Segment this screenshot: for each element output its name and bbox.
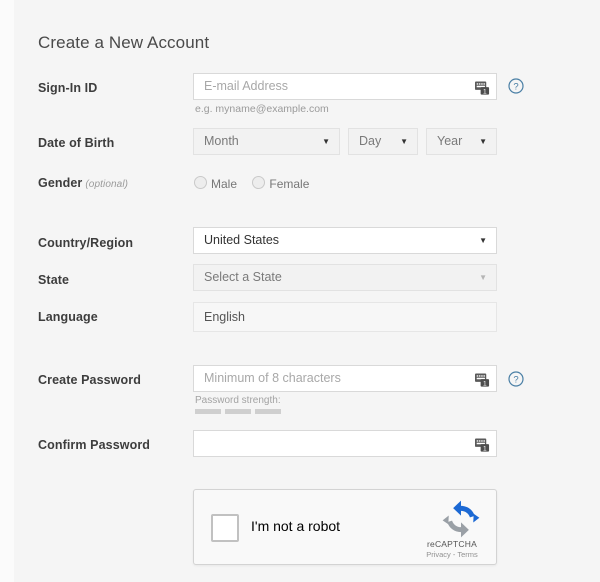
radio-unchecked-icon	[252, 176, 266, 189]
country-region-select[interactable]: United States ▼	[193, 227, 497, 254]
dob-month-value: Month	[204, 134, 239, 148]
dob-year-select[interactable]: Year ▼	[426, 128, 497, 155]
password-manager-icon[interactable]: 1	[475, 79, 490, 95]
password-strength-segment	[225, 409, 251, 414]
svg-text:?: ?	[513, 82, 518, 93]
chevron-down-icon: ▼	[400, 136, 408, 146]
state-value: Select a State	[204, 270, 282, 284]
recaptcha-checkbox[interactable]	[211, 514, 239, 542]
svg-text:1: 1	[483, 380, 487, 387]
gender-option-male-label: Male	[211, 177, 238, 191]
signin-id-input-text: E-mail Address	[204, 79, 289, 93]
language-field: English	[193, 302, 497, 332]
password-strength-segment	[195, 409, 221, 414]
gender-option-male[interactable]: Male	[194, 176, 237, 191]
svg-text:1: 1	[483, 88, 487, 95]
create-password-input-text: Minimum of 8 characters	[204, 371, 341, 385]
dob-day-select[interactable]: Day ▼	[348, 128, 418, 155]
signin-id-help-icon[interactable]: ?	[508, 78, 524, 94]
password-strength-segment	[255, 409, 281, 414]
chevron-down-icon: ▼	[479, 235, 487, 245]
page-title: Create a New Account	[38, 33, 210, 52]
signin-id-input[interactable]: E-mail Address 1	[193, 73, 497, 100]
create-password-label: Create Password	[38, 373, 141, 387]
gender-label: Gender (optional)	[38, 176, 128, 190]
language-label: Language	[38, 310, 98, 324]
dob-month-select[interactable]: Month ▼	[193, 128, 340, 155]
gender-option-female[interactable]: Female	[252, 176, 309, 191]
chevron-down-icon: ▼	[322, 136, 330, 146]
state-label: State	[38, 273, 70, 287]
confirm-password-label: Confirm Password	[38, 438, 151, 452]
gender-option-female-label: Female	[269, 177, 310, 191]
recaptcha-legal-links[interactable]: Privacy - Terms	[416, 550, 488, 559]
dob-day-value: Day	[359, 134, 382, 148]
chevron-down-icon: ▼	[479, 136, 487, 146]
password-manager-icon[interactable]: 1	[475, 436, 490, 452]
dob-year-value: Year	[437, 134, 463, 148]
radio-unchecked-icon	[194, 176, 207, 189]
create-password-input[interactable]: Minimum of 8 characters 1	[193, 365, 497, 392]
signin-id-hint: e.g. myname@example.com	[195, 103, 329, 115]
create-account-form: Create a New Account Sign-In ID E-mail A…	[0, 0, 600, 582]
svg-text:?: ?	[513, 375, 518, 386]
create-password-help-icon[interactable]: ?	[508, 371, 524, 387]
chevron-down-icon: ▼	[479, 272, 487, 282]
gender-optional-text: (optional)	[85, 179, 129, 190]
gender-radio-group: Male Female	[194, 176, 321, 191]
password-manager-icon[interactable]: 1	[475, 371, 490, 387]
password-strength-meter	[195, 409, 281, 414]
signin-id-label: Sign-In ID	[38, 81, 98, 95]
recaptcha-checkbox-label: I'm not a robot	[251, 518, 341, 534]
country-region-value: United States	[204, 233, 280, 247]
gender-label-text: Gender	[38, 176, 83, 190]
language-value: English	[204, 310, 245, 324]
password-strength-label: Password strength:	[195, 395, 281, 406]
recaptcha-logo-icon	[440, 498, 482, 540]
country-region-label: Country/Region	[38, 236, 134, 250]
date-of-birth-label: Date of Birth	[38, 136, 115, 150]
state-select[interactable]: Select a State ▼	[193, 264, 497, 291]
recaptcha-widget[interactable]: I'm not a robot reCAPTCHA Privacy - Term…	[193, 489, 497, 565]
svg-text:1: 1	[483, 445, 487, 452]
recaptcha-brand-label: reCAPTCHA	[427, 539, 477, 549]
confirm-password-input[interactable]: 1	[193, 430, 497, 457]
